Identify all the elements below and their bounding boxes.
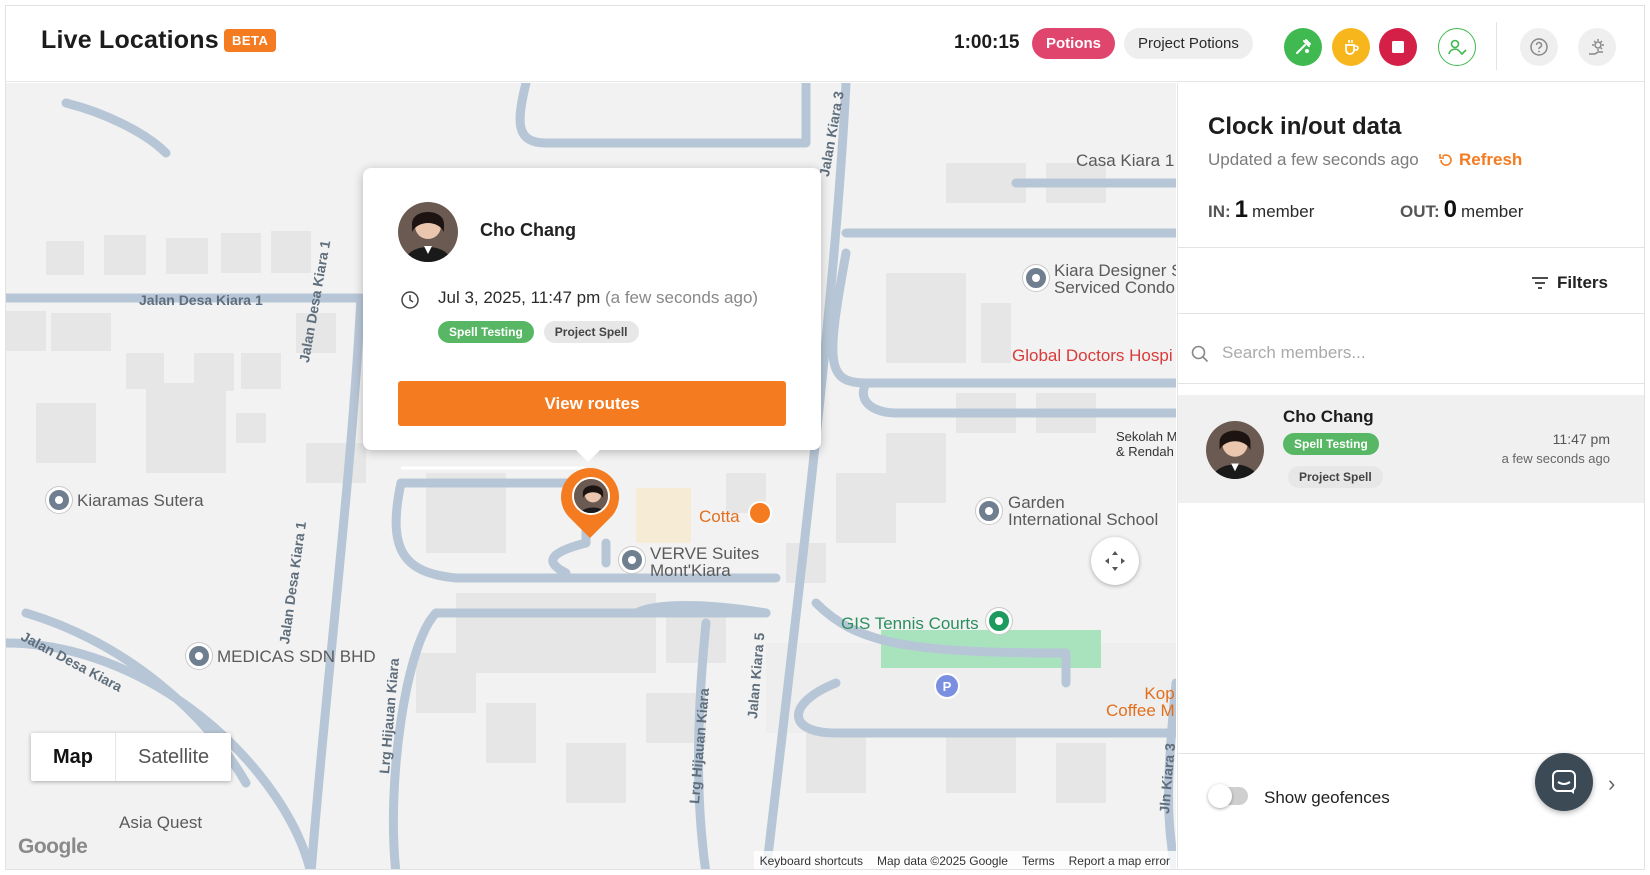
street-label: Jalan Desa Kiara 1 xyxy=(139,292,263,308)
break-button[interactable] xyxy=(1332,28,1370,66)
parking-icon[interactable]: P xyxy=(934,673,960,699)
divider xyxy=(1178,313,1644,314)
coffee-break-icon xyxy=(1345,40,1359,55)
stop-button[interactable] xyxy=(1379,28,1417,66)
map-label: Cotta xyxy=(699,507,740,526)
member-name: Cho Chang xyxy=(1283,407,1374,426)
map-label: Global Doctors Hospi xyxy=(1012,346,1173,365)
member-name: Cho Chang xyxy=(480,220,576,240)
search-icon xyxy=(1191,345,1209,368)
tool-icon xyxy=(1296,39,1311,54)
poi-pin-icon[interactable] xyxy=(1023,265,1049,291)
map-label: Garden International School xyxy=(1008,493,1159,529)
refresh-icon xyxy=(1439,154,1452,166)
map-label: VERVE Suites Mont'Kiara xyxy=(650,544,760,580)
popup-tags: Spell Testing Project Spell xyxy=(438,321,639,343)
project-tag: Project Spell xyxy=(543,321,639,343)
help-button[interactable] xyxy=(1520,28,1558,66)
clocked-out-count: OUT: 0 member xyxy=(1400,196,1524,223)
settings-button[interactable] xyxy=(1578,28,1616,66)
map-label: Kop Coffee M xyxy=(1106,684,1175,720)
filter-icon xyxy=(1531,277,1548,289)
show-geofences-toggle[interactable] xyxy=(1208,784,1248,808)
active-project-pill[interactable]: Potions xyxy=(1032,28,1115,59)
school-pin-icon[interactable] xyxy=(976,498,1002,524)
panel-title: Clock in/out data xyxy=(1208,113,1402,140)
page-title: Live Locations xyxy=(41,26,219,54)
map-data-text: Map data ©2025 Google xyxy=(877,854,1008,868)
cafe-icon[interactable] xyxy=(748,501,772,525)
member-status-button[interactable] xyxy=(1438,28,1476,66)
filters-button[interactable]: Filters xyxy=(1531,273,1608,293)
marker-avatar[interactable] xyxy=(572,477,610,515)
report-error-link[interactable]: Report a map error xyxy=(1069,854,1170,868)
timer-display: 1:00:15 xyxy=(954,32,1020,53)
map-type-map-button[interactable]: Map xyxy=(31,733,116,781)
map-label: Casa Kiara 1 xyxy=(1076,151,1175,170)
avatar xyxy=(1206,421,1264,479)
settings-icon xyxy=(1589,39,1604,55)
poi-pin-icon[interactable] xyxy=(186,643,212,669)
move-arrows-icon xyxy=(1105,551,1125,571)
search-members-input[interactable] xyxy=(1222,337,1612,369)
header-divider xyxy=(1496,22,1497,70)
poi-pin-icon[interactable] xyxy=(46,487,72,513)
member-info-popup: Cho Chang Jul 3, 2025, 11:47 pm (a few s… xyxy=(363,168,821,462)
clocked-in-count: IN: 1 member xyxy=(1208,196,1315,223)
chat-icon xyxy=(1552,770,1576,794)
top-header: Live Locations BETA 1:00:15 Potions Proj… xyxy=(6,6,1644,82)
map-footer: Keyboard shortcuts Map data ©2025 Google… xyxy=(753,851,1176,869)
map-label: Sekolah M & Rendah xyxy=(1116,429,1176,459)
help-icon xyxy=(1530,38,1548,56)
map-label: GIS Tennis Courts xyxy=(841,614,979,633)
user-check-icon xyxy=(1448,39,1467,56)
map-type-satellite-button[interactable]: Satellite xyxy=(116,733,231,781)
task-tag: Spell Testing xyxy=(1283,433,1379,455)
poi-pin-icon[interactable] xyxy=(619,547,645,573)
clock-icon xyxy=(401,291,419,309)
avatar xyxy=(398,202,458,262)
switch-task-button[interactable] xyxy=(1284,28,1322,66)
live-map[interactable]: Jalan Desa Kiara 1 Jalan Desa Kiara 1 Ja… xyxy=(6,83,1176,869)
poi-pin-icon[interactable] xyxy=(986,608,1012,634)
member-ago: a few seconds ago xyxy=(1501,451,1610,466)
google-logo: Google xyxy=(18,835,88,858)
view-routes-button[interactable]: View routes xyxy=(398,381,786,426)
chat-button[interactable] xyxy=(1535,753,1593,811)
divider xyxy=(1178,753,1644,754)
map-label: Kiaramas Sutera xyxy=(77,491,204,510)
keyboard-shortcuts-link[interactable]: Keyboard shortcuts xyxy=(760,854,863,868)
updated-status: Updated a few seconds ago xyxy=(1208,150,1419,169)
map-type-toggle: Map Satellite xyxy=(31,733,232,781)
refresh-button[interactable]: Refresh xyxy=(1438,150,1522,170)
task-tag: Spell Testing xyxy=(438,321,534,343)
beta-badge: BETA xyxy=(224,29,277,52)
location-timestamp: Jul 3, 2025, 11:47 pm (a few seconds ago… xyxy=(438,288,759,307)
list-item[interactable]: Cho Chang Spell Testing Project Spell 11… xyxy=(1178,395,1644,503)
project-pill[interactable]: Project Potions xyxy=(1124,28,1253,59)
terms-link[interactable]: Terms xyxy=(1022,854,1055,868)
stop-icon xyxy=(1392,41,1404,53)
app-frame: Live Locations BETA 1:00:15 Potions Proj… xyxy=(5,5,1645,870)
map-label: Kiara Designer S Serviced Condor xyxy=(1054,261,1176,297)
member-time: 11:47 pm xyxy=(1552,431,1610,447)
map-label: MEDICAS SDN BHD xyxy=(217,647,376,666)
divider xyxy=(1178,383,1644,384)
geofences-label: Show geofences xyxy=(1264,788,1390,807)
clock-data-panel: Clock in/out data Updated a few seconds … xyxy=(1177,83,1644,869)
recenter-map-button[interactable] xyxy=(1091,537,1139,585)
chevron-right-icon[interactable]: › xyxy=(1608,771,1615,797)
divider xyxy=(1178,247,1644,248)
map-label: Asia Quest xyxy=(119,813,203,832)
project-tag: Project Spell xyxy=(1288,466,1383,488)
